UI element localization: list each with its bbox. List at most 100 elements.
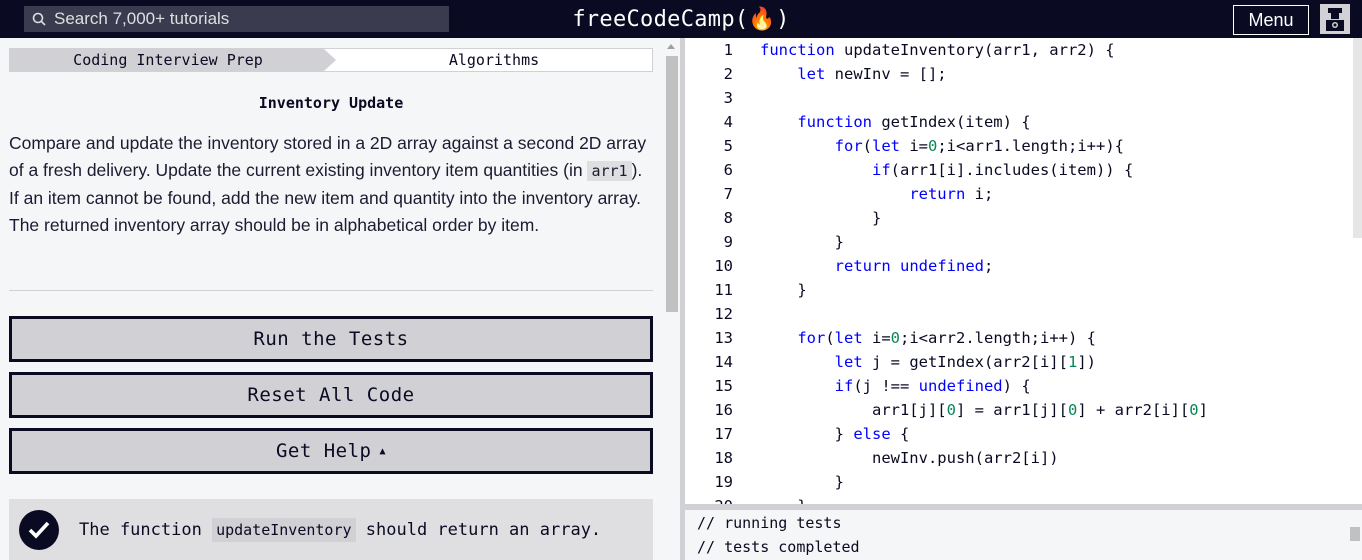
menu-button[interactable]: Menu [1233, 5, 1309, 35]
code-line[interactable]: 11 } [685, 278, 1362, 302]
search-input[interactable]: Search 7,000+ tutorials [54, 9, 229, 29]
instructions-panel: Coding Interview Prep Algorithms Invento… [0, 38, 662, 560]
challenge-description: Compare and update the inventory stored … [9, 130, 653, 239]
code-line[interactable]: 7 return i; [685, 182, 1362, 206]
code-editor[interactable]: 1 function updateInventory(arr1, arr2) {2… [685, 38, 1362, 504]
test-text-prefix: The function [79, 519, 213, 540]
avatar[interactable] [1320, 4, 1350, 34]
code-text: newInv.push(arr2[i]) [760, 446, 1059, 470]
code-line[interactable]: 3 [685, 86, 1362, 110]
code-line[interactable]: 20 } [685, 494, 1362, 504]
line-number: 4 [723, 113, 733, 131]
code-text: for(let i=0;i<arr1.length;i++){ [760, 134, 1124, 158]
console-scrollbar-thumb[interactable] [1350, 527, 1360, 541]
line-number: 18 [714, 449, 733, 467]
keyword-token: for [834, 137, 863, 155]
number-token: 0 [1189, 401, 1199, 419]
keyword-token: if [871, 161, 891, 179]
text-token: newInv.push(arr2[i]) [760, 449, 1059, 467]
code-line[interactable]: 13 for(let i=0;i<arr2.length;i++) { [685, 326, 1362, 350]
code-line[interactable]: 10 return undefined; [685, 254, 1362, 278]
code-text: for(let i=0;i<arr2.length;i++) { [760, 326, 1096, 350]
code-text: return i; [760, 182, 993, 206]
code-line[interactable]: 15 if(j !== undefined) { [685, 374, 1362, 398]
code-text: } else { [760, 422, 910, 446]
search-icon [24, 6, 54, 32]
text-token: arr1[j][ [760, 401, 947, 419]
console-line: // running tests [697, 514, 842, 532]
text-token: ( [825, 329, 835, 347]
code-line[interactable]: 14 let j = getIndex(arr2[i][1]) [685, 350, 1362, 374]
text-token: ) { [1002, 377, 1031, 395]
line-number: 1 [723, 41, 733, 59]
get-help-label: Get Help [275, 440, 372, 462]
code-line[interactable]: 2 let newInv = []; [685, 62, 1362, 86]
text-token: ; [984, 257, 994, 275]
run-tests-button[interactable]: Run the Tests [9, 316, 653, 362]
keyword-token: return [834, 257, 891, 275]
test-item: The function updateInventory should retu… [9, 499, 653, 560]
code-text: function getIndex(item) { [760, 110, 1031, 134]
code-line[interactable]: 18 newInv.push(arr2[i]) [685, 446, 1362, 470]
code-text: } [760, 230, 844, 254]
code-line[interactable]: 17 } else { [685, 422, 1362, 446]
code-line[interactable]: 16 arr1[j][0] = arr1[j][0] + arr2[i][0] [685, 398, 1362, 422]
text-token: i; [965, 185, 994, 203]
line-number: 11 [714, 281, 733, 299]
test-text-suffix: should return an array. [355, 519, 602, 540]
text-token: updateInventory(arr1, arr2) { [834, 41, 1115, 59]
reset-code-button[interactable]: Reset All Code [9, 372, 653, 418]
text-token: i= [900, 137, 928, 155]
line-number: 9 [723, 233, 733, 251]
text-token: { [890, 425, 910, 443]
breadcrumb-block[interactable]: Algorithms [336, 49, 652, 71]
line-number: 17 [714, 425, 733, 443]
breadcrumb-superblock[interactable]: Coding Interview Prep [10, 49, 336, 71]
line-number: 12 [714, 305, 733, 323]
freecodecamp-logo[interactable]: freeCodeCamp(🔥) [572, 7, 789, 32]
user-avatar-icon [1326, 8, 1344, 31]
code-line[interactable]: 9 } [685, 230, 1362, 254]
keyword-token: undefined [918, 377, 1003, 395]
editor-scrollbar[interactable] [1350, 38, 1362, 504]
instructions-scrollbar[interactable] [662, 38, 680, 560]
code-line[interactable]: 5 for(let i=0;i<arr1.length;i++){ [685, 134, 1362, 158]
description-code: arr1 [587, 161, 632, 181]
number-token: 0 [1067, 401, 1078, 419]
line-number: 16 [714, 401, 733, 419]
scroll-up-arrow-icon[interactable] [667, 44, 675, 49]
text-token: } [760, 209, 882, 227]
output-console: // running tests // tests completed [685, 510, 1362, 560]
line-number: 10 [714, 257, 733, 275]
keyword-token: let [834, 353, 863, 371]
code-text: } [760, 494, 806, 504]
code-line[interactable]: 19 } [685, 470, 1362, 494]
text-token: getIndex(item) { [871, 113, 1031, 131]
code-line[interactable]: 1 function updateInventory(arr1, arr2) { [685, 38, 1362, 62]
code-line[interactable]: 8 } [685, 206, 1362, 230]
text-token: newInv = []; [825, 65, 947, 83]
line-number: 7 [723, 185, 733, 203]
code-line[interactable]: 12 [685, 302, 1362, 326]
line-number: 13 [714, 329, 733, 347]
text-token: } [760, 425, 854, 443]
code-text: arr1[j][0] = arr1[j][0] + arr2[i][0] [760, 398, 1208, 422]
text-token: ] [1198, 401, 1208, 419]
editor-scrollbar-thumb[interactable] [1353, 38, 1362, 238]
get-help-button[interactable]: Get Help ▲ [9, 428, 653, 474]
line-number: 6 [723, 161, 733, 179]
line-number: 2 [723, 65, 733, 83]
line-number: 20 [685, 494, 733, 504]
code-line[interactable]: 6 if(arr1[i].includes(item)) { [685, 158, 1362, 182]
text-token: j = getIndex(arr2[i][ [862, 353, 1068, 371]
line-number: 3 [723, 89, 733, 107]
code-line[interactable]: 4 function getIndex(item) { [685, 110, 1362, 134]
search-bar[interactable]: Search 7,000+ tutorials [24, 6, 449, 32]
breadcrumb-block-label: Algorithms [448, 51, 540, 69]
test-code: updateInventory [212, 517, 356, 542]
scrollbar-thumb[interactable] [666, 56, 678, 312]
text-token: i= [862, 329, 891, 347]
